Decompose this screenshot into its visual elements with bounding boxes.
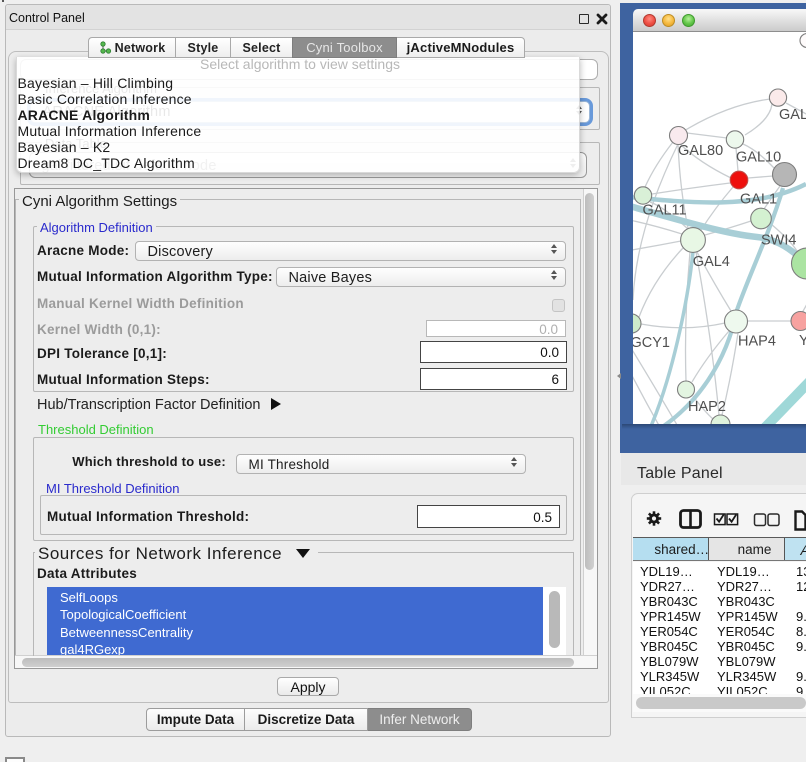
- svg-text:Y: Y: [799, 333, 806, 349]
- svg-text:GCY1: GCY1: [633, 335, 670, 351]
- svg-text:GAL: GAL: [779, 107, 806, 123]
- svg-text:GAL4: GAL4: [693, 254, 730, 270]
- svg-text:HAP4: HAP4: [738, 334, 776, 350]
- svg-text:GAL80: GAL80: [678, 143, 723, 159]
- svg-text:GAL11: GAL11: [643, 203, 687, 219]
- svg-text:SWI4: SWI4: [761, 233, 796, 249]
- svg-text:GAL10: GAL10: [736, 150, 781, 166]
- svg-text:GAL1: GAL1: [740, 191, 777, 207]
- svg-text:HAP2: HAP2: [688, 399, 726, 415]
